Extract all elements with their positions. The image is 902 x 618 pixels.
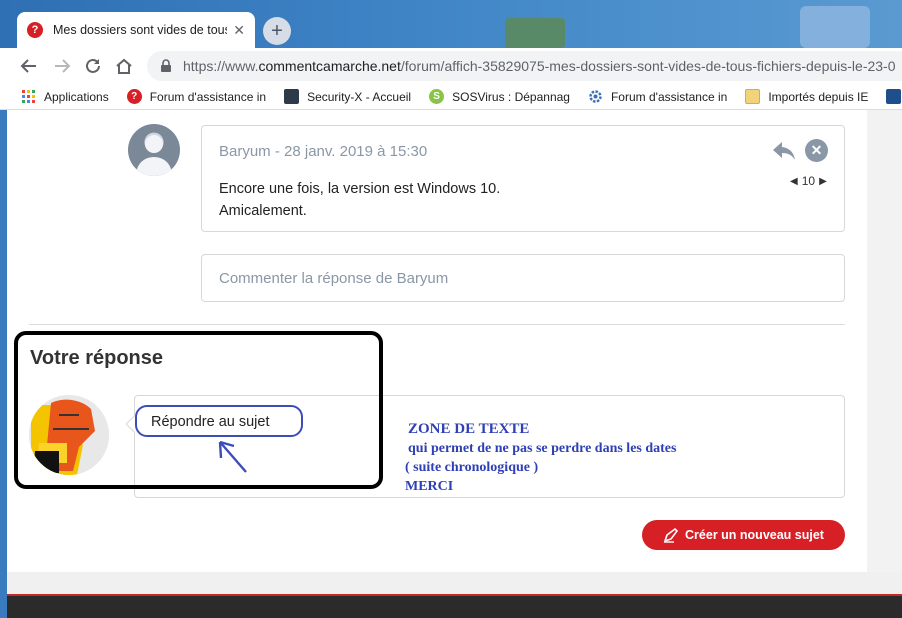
annotation-text: ZONE DE TEXTE qui permet de ne pas se pe…: [405, 420, 676, 496]
create-topic-button[interactable]: Créer un nouveau sujet: [642, 520, 845, 550]
url-text: https://www.commentcamarche.net/forum/af…: [183, 58, 896, 74]
bookmark-label: Forum d'assistance in: [610, 89, 728, 104]
home-button[interactable]: [112, 54, 136, 78]
tab-title: Mes dossiers sont vides de tous f: [53, 23, 228, 37]
section-divider: [29, 324, 845, 325]
bookmark-label: Importés depuis IE: [768, 89, 869, 104]
bookmark-ccm-forum[interactable]: ? Forum d'assistance in: [126, 89, 267, 104]
window-left-edge: [0, 110, 7, 618]
bookmarks-bar: Applications ? Forum d'assistance in Sec…: [0, 84, 902, 110]
ccm-favicon-icon: ?: [27, 22, 43, 38]
comment-author-date[interactable]: Baryum - 28 janv. 2019 à 15:30: [219, 143, 427, 160]
page-bottom-area: [7, 572, 902, 594]
bookmark-security-x[interactable]: Security-X - Accueil: [284, 89, 411, 104]
page-footer: [7, 594, 902, 618]
reload-icon: [86, 58, 100, 73]
url-path: /forum/affich-35829075-mes-dossiers-sont…: [400, 58, 896, 74]
address-bar[interactable]: https://www.commentcamarche.net/forum/af…: [147, 51, 902, 81]
annotation-line: MERCI: [405, 479, 454, 494]
arrow-right-icon: [55, 59, 71, 73]
bookmark-label: SOSVirus : Dépannag: [452, 89, 570, 104]
bookmark-label: Forum d'assistance in: [149, 89, 267, 104]
gear-icon: [589, 90, 602, 103]
create-topic-label: Créer un nouveau sujet: [685, 528, 824, 542]
vote-count: 10: [801, 174, 816, 188]
browser-tab-active[interactable]: ? Mes dossiers sont vides de tous f ✕: [17, 12, 255, 48]
lock-icon: [161, 59, 171, 72]
desktop-background-detail: [800, 6, 870, 48]
page-right-margin: [867, 110, 902, 572]
reload-button[interactable]: [81, 54, 105, 78]
folder-icon: [745, 89, 761, 104]
bookmark-folder-imported[interactable]: Importés depuis IE: [745, 89, 868, 104]
triangle-left-icon[interactable]: ◀: [790, 176, 798, 187]
triangle-right-icon[interactable]: ▶: [819, 176, 827, 187]
comment-card: Baryum - 28 janv. 2019 à 15:30 Encore un…: [201, 125, 845, 232]
comment-body: Encore une fois, la version est Windows …: [219, 178, 500, 222]
securityx-icon: [284, 89, 300, 104]
bookmark-label: Applications: [44, 89, 109, 104]
vote-counter: ◀ 10 ▶: [786, 174, 831, 188]
new-tab-button[interactable]: +: [263, 17, 291, 45]
browser-toolbar: https://www.commentcamarche.net/forum/af…: [0, 48, 902, 84]
sosvirus-icon: S: [429, 89, 445, 104]
annotation-oval: [135, 405, 303, 437]
pen-icon: [663, 527, 679, 543]
back-button[interactable]: [17, 54, 41, 78]
bookmark-overflow[interactable]: A: [886, 89, 902, 104]
comment-line: Amicalement.: [219, 203, 307, 219]
annotation-line: ZONE DE TEXTE: [408, 421, 530, 437]
tab-close-icon[interactable]: ✕: [233, 22, 245, 39]
close-icon[interactable]: ✕: [805, 139, 828, 162]
forward-button[interactable]: [50, 54, 74, 78]
reply-icon[interactable]: [771, 140, 797, 162]
url-domain: commentcamarche.net: [258, 58, 401, 74]
desktop-background-detail: [505, 18, 565, 48]
browser-tab-bar: ? Mes dossiers sont vides de tous f ✕ +: [0, 0, 902, 48]
ccm-icon: ?: [126, 89, 142, 104]
annotation-line: ( suite chronologique ): [405, 460, 539, 475]
url-scheme: https://www.: [183, 58, 259, 74]
apps-grid-icon: [22, 90, 35, 103]
annotation-line: qui permet de ne pas se perdre dans les …: [408, 441, 677, 456]
bookmark-sosvirus[interactable]: S SOSVirus : Dépannag: [429, 89, 570, 104]
comment-line: Encore une fois, la version est Windows …: [219, 181, 501, 197]
comment-reply-input[interactable]: Commenter la réponse de Baryum: [201, 254, 845, 302]
bookmark-forum-assistance[interactable]: Forum d'assistance in: [588, 89, 727, 104]
bookmark-applications[interactable]: Applications: [21, 89, 109, 104]
arrow-left-icon: [20, 59, 36, 73]
home-icon: [116, 58, 132, 74]
annotation-arrow-icon: [218, 440, 247, 473]
bookmark-label: Security-X - Accueil: [307, 89, 412, 104]
avatar[interactable]: [128, 124, 180, 176]
user-silhouette-icon: [136, 135, 172, 176]
page-icon: [886, 89, 902, 104]
